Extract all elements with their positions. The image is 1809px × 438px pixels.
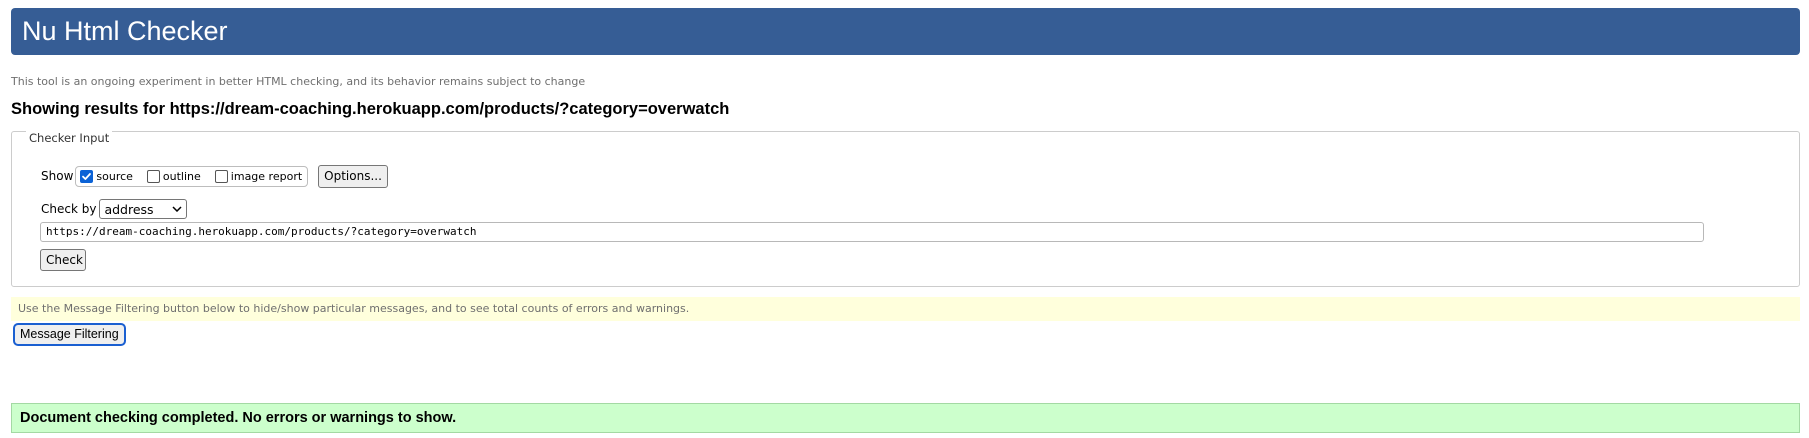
result-success-message: Document checking completed. No errors o… bbox=[11, 403, 1800, 433]
image-report-checkbox[interactable] bbox=[214, 169, 228, 183]
results-title: Showing results for https://dream-coachi… bbox=[11, 100, 730, 118]
checkmark-icon bbox=[82, 172, 92, 180]
options-button[interactable]: Options... bbox=[318, 164, 388, 188]
option-outline-label: outline bbox=[162, 169, 201, 183]
tagline: This tool is an ongoing experiment in be… bbox=[11, 75, 586, 88]
check-by-select[interactable]: address bbox=[99, 199, 188, 219]
source-checkbox[interactable] bbox=[80, 169, 94, 183]
show-options-group: source outline image report bbox=[75, 165, 309, 187]
option-image-report-label: image report bbox=[230, 169, 303, 183]
chevron-down-icon bbox=[172, 206, 182, 212]
url-input[interactable]: https://dream-coaching.herokuapp.com/pro… bbox=[40, 222, 1704, 242]
checker-input-legend: Checker Input bbox=[26, 131, 113, 145]
check-by-value: address bbox=[104, 201, 154, 217]
show-label: Show bbox=[41, 169, 74, 183]
show-options-row: Show source outline image report Options… bbox=[41, 164, 388, 188]
check-by-row: Check by address bbox=[41, 199, 188, 219]
option-source-label: source bbox=[96, 169, 133, 183]
check-button[interactable]: Check bbox=[40, 249, 86, 271]
outline-checkbox[interactable] bbox=[146, 169, 160, 183]
option-image-report[interactable]: image report bbox=[214, 169, 303, 183]
app-header: Nu Html Checker bbox=[11, 8, 1800, 55]
app-title: Nu Html Checker bbox=[22, 16, 228, 46]
filter-info-bar: Use the Message Filtering button below t… bbox=[11, 297, 1800, 321]
option-outline[interactable]: outline bbox=[146, 169, 201, 183]
message-filtering-button[interactable]: Message Filtering bbox=[13, 323, 126, 346]
check-by-label: Check by bbox=[41, 202, 97, 216]
checker-input-panel bbox=[11, 131, 1800, 287]
page: Nu Html Checker This tool is an ongoing … bbox=[0, 0, 1809, 438]
option-source[interactable]: source bbox=[80, 169, 133, 183]
